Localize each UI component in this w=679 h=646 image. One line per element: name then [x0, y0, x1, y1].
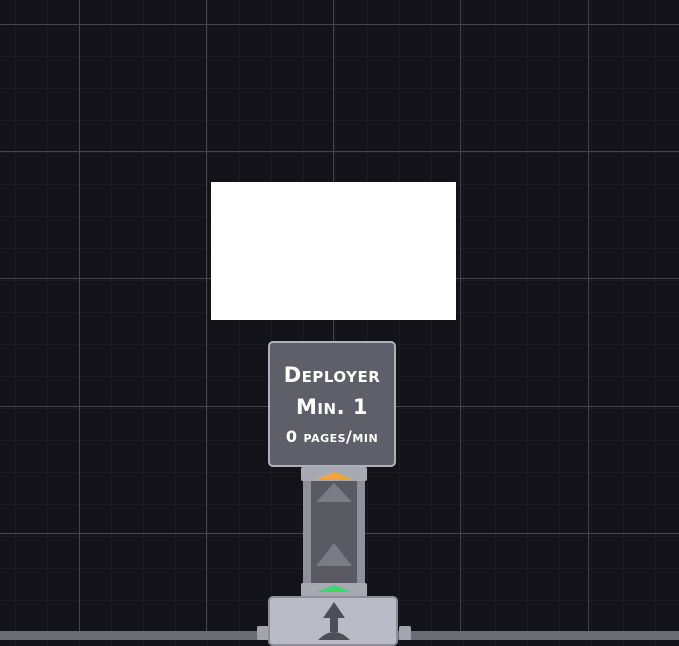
blank-panel — [211, 182, 456, 320]
conveyor-arrow-icon[interactable] — [299, 467, 369, 597]
deployer-building[interactable]: Deployer Min. 1 0 pages/min — [268, 341, 396, 467]
deployer-level: Min. 1 — [296, 394, 368, 419]
rail-cap-right — [399, 626, 411, 640]
up-arrow-icon — [318, 602, 350, 640]
deployer-name: Deployer — [283, 362, 381, 387]
deployer-rate: 0 pages/min — [285, 426, 379, 446]
